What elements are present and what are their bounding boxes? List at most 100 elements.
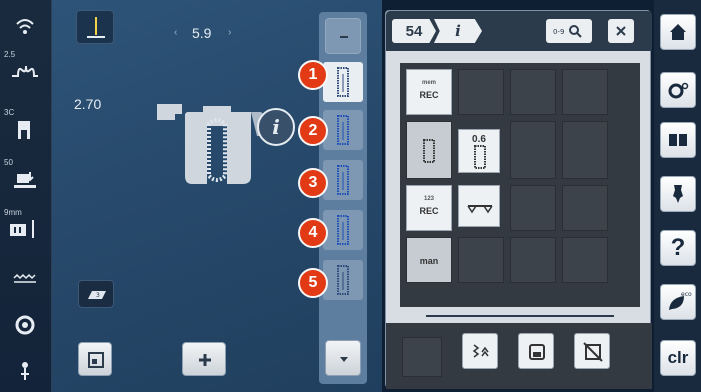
balance-view-button[interactable] <box>78 342 112 376</box>
width-decrease-arrow[interactable]: ‹ <box>174 27 177 38</box>
buttonhole-step-5[interactable] <box>323 260 363 300</box>
buttonhole-step-4[interactable] <box>323 210 363 250</box>
presser-foot-pressure[interactable]: 50 <box>0 156 52 196</box>
gear-icon <box>668 82 689 99</box>
buttonhole-step-4-icon <box>337 215 349 245</box>
eco-button[interactable]: eco <box>660 284 696 320</box>
function-disabled-4 <box>510 121 556 179</box>
function-disabled-9 <box>510 237 556 283</box>
buttonhole-step-1[interactable] <box>323 62 363 102</box>
buttonhole-step-2[interactable] <box>323 110 363 150</box>
function-disabled-5 <box>562 121 608 179</box>
book-icon <box>669 134 687 146</box>
caret-down-icon <box>340 357 348 362</box>
function-disabled-3 <box>562 69 608 115</box>
function-disabled-1 <box>458 69 504 115</box>
bobbin-icon <box>15 315 35 335</box>
save-button[interactable] <box>518 333 554 369</box>
badge-1: 1 <box>298 60 328 90</box>
close-icon <box>616 26 626 36</box>
minus-icon <box>340 36 348 38</box>
needle-plate-value: 9mm <box>4 208 22 217</box>
thread-tension-icon <box>12 65 38 77</box>
function-disabled-6 <box>510 185 556 231</box>
info-icon: i <box>272 115 280 139</box>
sewing-consultant-button[interactable] <box>660 176 696 212</box>
info-tab[interactable]: i <box>434 19 482 43</box>
svg-text:3: 3 <box>96 292 100 299</box>
clr-label: clr <box>667 348 689 367</box>
stitch-width-value[interactable]: 5.9 <box>192 25 211 41</box>
badge-5: 5 <box>298 268 328 298</box>
width-increase-arrow[interactable]: › <box>228 27 231 38</box>
slit-width-button[interactable]: 0.6 <box>458 129 500 173</box>
pattern-end-button[interactable] <box>462 333 498 369</box>
dress-form-icon <box>673 185 683 203</box>
stitch-number-tab[interactable]: 54 <box>392 19 436 43</box>
memory-rec-label: REC <box>419 90 439 100</box>
eco-leaf-icon: eco <box>669 291 692 310</box>
home-button[interactable] <box>660 14 696 50</box>
function-disabled-2 <box>510 69 556 115</box>
plus-icon <box>199 354 211 366</box>
stitch-counter-icon: 3 <box>88 291 106 299</box>
presser-foot-icon <box>18 121 30 139</box>
thread-tension-value: 2.5 <box>4 50 16 59</box>
needle-plate-indicator[interactable]: 9mm <box>0 206 52 246</box>
setup-button[interactable] <box>660 72 696 108</box>
pattern-end-icon <box>472 344 489 358</box>
needle-position-button[interactable] <box>76 10 114 44</box>
clear-button[interactable]: clr <box>660 340 696 376</box>
stitch-counter-button[interactable]: 3 <box>78 280 114 308</box>
help-icon: ? <box>670 234 686 261</box>
stitch-search-button[interactable]: 0-9 <box>546 19 592 43</box>
needle-position-icon <box>87 17 105 38</box>
count-rec-label: REC <box>419 206 439 216</box>
search-icon: 0-9 <box>553 25 582 38</box>
badge-3: 3 <box>298 168 328 198</box>
close-button[interactable] <box>608 19 634 43</box>
memory-rec-button[interactable]: mem REC <box>406 69 452 115</box>
buttonhole-step-2-icon <box>337 115 349 145</box>
needle-threader-button[interactable] <box>0 348 52 388</box>
badge-4: 4 <box>298 218 328 248</box>
scroll-indicator-line <box>426 315 614 317</box>
buttonhole-step-3-icon <box>337 165 349 195</box>
info-panel: 54 i 0-9 mem REC 0.6 123 REC man <box>385 10 652 389</box>
bobbin-button[interactable] <box>0 302 52 342</box>
function-disabled-7 <box>562 185 608 231</box>
tutorial-button[interactable] <box>660 122 696 158</box>
manual-button[interactable]: man <box>406 237 452 283</box>
wifi-icon <box>16 19 34 34</box>
manual-label: man <box>419 256 439 266</box>
upper-thread-tension[interactable]: 2.5 <box>0 48 52 88</box>
buttonhole-step-3[interactable] <box>323 160 363 200</box>
stitch-length-value[interactable]: 2.70 <box>74 96 101 112</box>
delete-button[interactable] <box>574 333 610 369</box>
stitch-main-area: ‹ 5.9 › 2.70 3 i 1 2 3 4 5 <box>52 0 382 392</box>
panel-header: 54 i 0-9 <box>386 11 652 51</box>
info-tab-label: i <box>455 22 461 40</box>
balance-icon <box>467 205 493 214</box>
scroll-up-button[interactable] <box>325 18 361 54</box>
add-button[interactable] <box>182 342 226 376</box>
scroll-down-button[interactable] <box>325 340 361 376</box>
save-icon <box>529 344 545 360</box>
info-button[interactable]: i <box>257 108 295 146</box>
left-sidebar: 2.5 3C 50 9mm <box>0 0 52 392</box>
slit-width-icon <box>474 145 486 169</box>
count-rec-button[interactable]: 123 REC <box>406 185 452 231</box>
buttonhole-length-icon <box>423 139 435 163</box>
stitch-plate-button[interactable] <box>0 256 52 296</box>
buttonhole-direct-length-button[interactable] <box>406 121 452 179</box>
wifi-status[interactable] <box>0 4 52 44</box>
help-button[interactable]: ? <box>660 230 696 266</box>
panel-footer <box>386 323 652 389</box>
function-disabled-8 <box>458 237 504 283</box>
home-icon <box>670 24 686 40</box>
memory-rec-top: mem <box>421 80 436 86</box>
foot-pressure-value: 50 <box>4 158 13 167</box>
presser-foot-indicator[interactable]: 3C <box>0 106 52 146</box>
function-disabled-10 <box>562 237 608 283</box>
balance-button[interactable] <box>458 185 500 227</box>
